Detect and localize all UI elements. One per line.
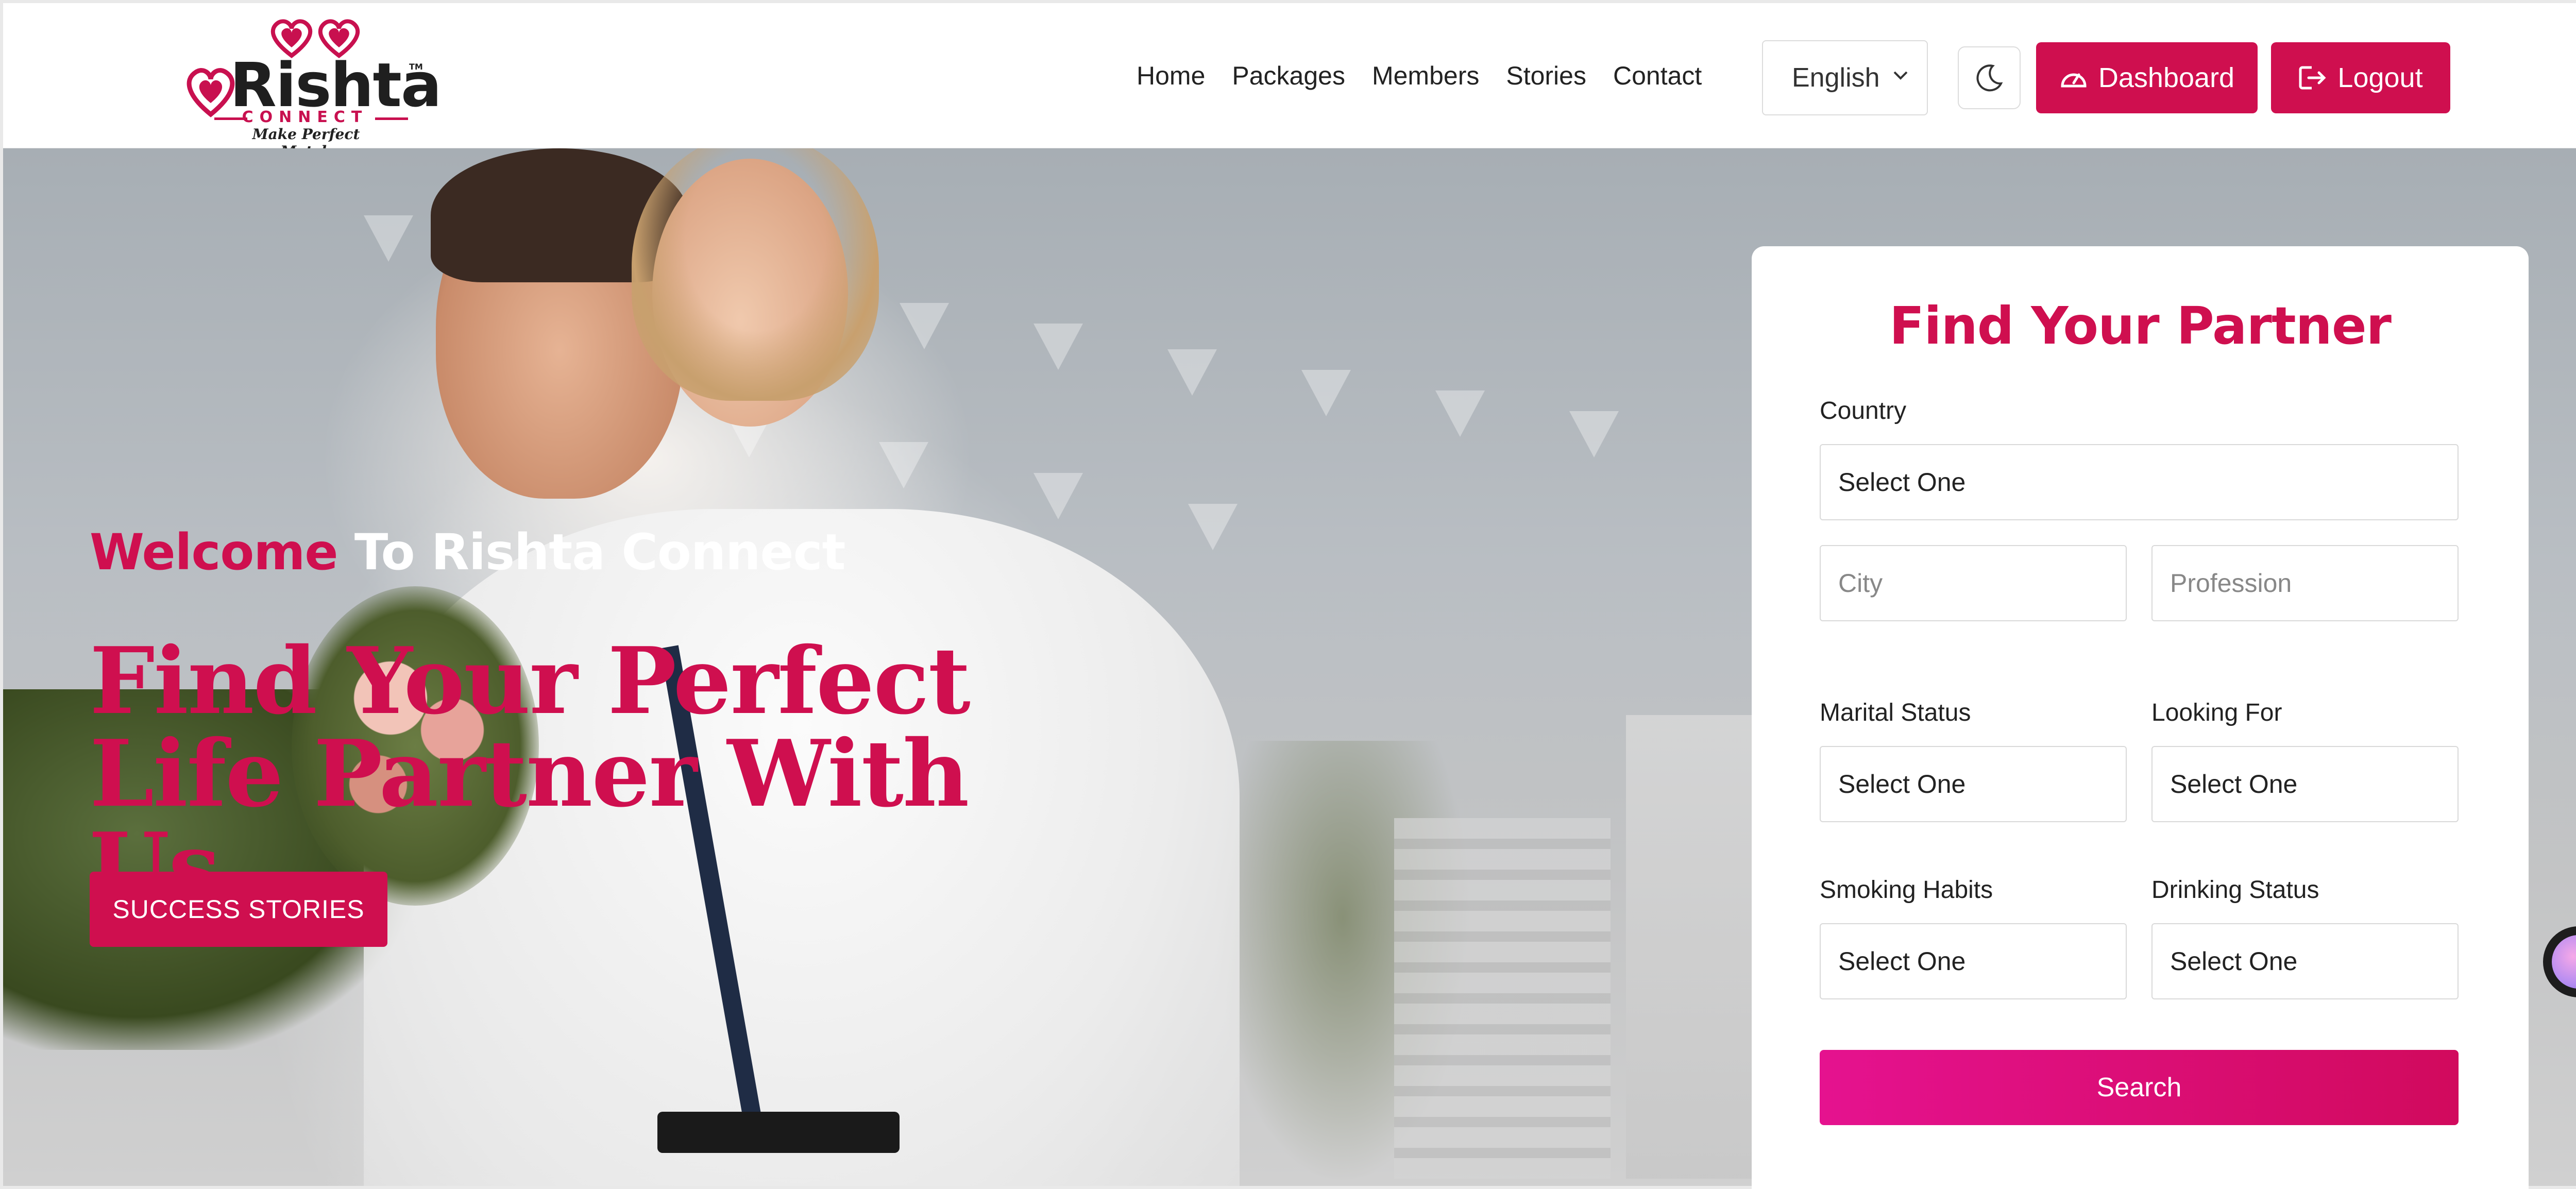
language-select[interactable]: English bbox=[1762, 40, 1928, 115]
success-stories-button[interactable]: SUCCESS STORIES bbox=[90, 872, 387, 947]
partner-search-card: Find Your Partner Country Select One Cit… bbox=[1752, 246, 2529, 1189]
logout-label: Logout bbox=[2337, 62, 2423, 93]
dashboard-label: Dashboard bbox=[2098, 62, 2235, 93]
profession-input[interactable]: Profession bbox=[2151, 545, 2459, 621]
nav-packages[interactable]: Packages bbox=[1232, 61, 1345, 91]
assistant-avatar-icon bbox=[2552, 935, 2576, 989]
brand-logo[interactable]: Rishta TM CONNECT Make Perfect Match bbox=[178, 18, 442, 160]
smoking-habits-label: Smoking Habits bbox=[1820, 876, 1993, 904]
moon-icon bbox=[1976, 64, 2003, 92]
marital-status-select[interactable]: Select One bbox=[1820, 746, 2127, 822]
looking-for-label: Looking For bbox=[2151, 699, 2282, 726]
hero-welcome-highlight: Welcome bbox=[90, 523, 338, 581]
hero-title: Find Your Perfect Life Partner With Us bbox=[90, 627, 971, 920]
couple-photo-woman-hair bbox=[632, 148, 879, 401]
brand-subtitle: CONNECT bbox=[242, 108, 368, 126]
dashboard-button[interactable]: Dashboard bbox=[2036, 42, 2258, 113]
drinking-status-label: Drinking Status bbox=[2151, 876, 2319, 904]
theme-toggle-button[interactable] bbox=[1958, 46, 2021, 109]
belt bbox=[657, 1112, 900, 1153]
nav-members[interactable]: Members bbox=[1372, 61, 1479, 91]
looking-for-select[interactable]: Select One bbox=[2151, 746, 2459, 822]
main-nav: Home Packages Members Stories Contact bbox=[1137, 61, 1728, 91]
language-value: English bbox=[1792, 63, 1880, 93]
hero-welcome-text: To Rishta Connect bbox=[337, 523, 846, 581]
country-select[interactable]: Select One bbox=[1820, 444, 2459, 520]
site-header: Rishta TM CONNECT Make Perfect Match Hom… bbox=[3, 3, 2576, 160]
search-card-title: Find Your Partner bbox=[1889, 296, 2392, 356]
logout-icon bbox=[2299, 66, 2326, 90]
country-label: Country bbox=[1820, 397, 1907, 424]
nav-stories[interactable]: Stories bbox=[1506, 61, 1586, 91]
brand-trademark: TM bbox=[409, 62, 423, 72]
nav-contact[interactable]: Contact bbox=[1613, 61, 1702, 91]
nav-home[interactable]: Home bbox=[1137, 61, 1205, 91]
hero-welcome: Welcome To Rishta Connect bbox=[90, 523, 845, 581]
chevron-down-icon bbox=[1893, 71, 1908, 80]
search-button[interactable]: Search bbox=[1820, 1050, 2459, 1125]
marital-status-label: Marital Status bbox=[1820, 699, 1971, 726]
brand-divider bbox=[375, 117, 408, 120]
city-input[interactable]: City bbox=[1820, 545, 2127, 621]
background-building bbox=[1394, 818, 1611, 1179]
drinking-status-select[interactable]: Select One bbox=[2151, 923, 2459, 999]
logout-button[interactable]: Logout bbox=[2271, 42, 2450, 113]
smoking-habits-select[interactable]: Select One bbox=[1820, 923, 2127, 999]
dashboard-gauge-icon bbox=[2061, 73, 2087, 88]
